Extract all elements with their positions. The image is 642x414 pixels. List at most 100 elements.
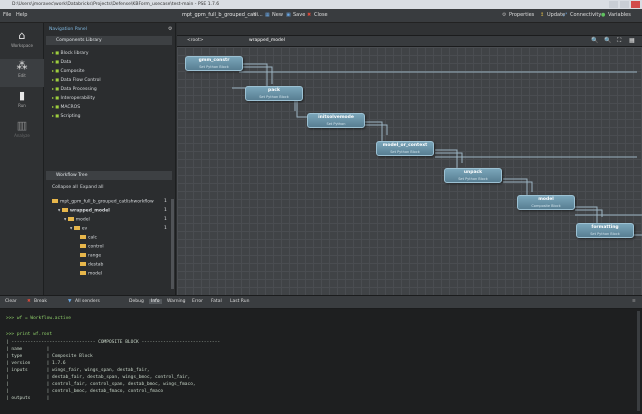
- workflow-node[interactable]: formatting Set Python Block: [576, 223, 634, 238]
- new-button[interactable]: New: [272, 12, 283, 18]
- tree-node-label: wrapped_model: [69, 208, 110, 214]
- variables-button[interactable]: Variables: [608, 12, 631, 18]
- console-line: | | control_bmoc, destab_fmaco, control_…: [6, 389, 164, 394]
- fatal-toggle[interactable]: Fatal: [211, 299, 222, 304]
- panel-settings-icon[interactable]: ⚙: [168, 26, 172, 32]
- edit-mode-button[interactable]: ⁂ Edit: [0, 59, 44, 87]
- mode-sidebar: ⌂ Workspace ⁂ Edit ▮ Run ▥ Analyze: [0, 23, 44, 295]
- log-toolbar: Clear ✖ Break ▼ All senders Debug Info W…: [0, 295, 642, 309]
- minimize-button[interactable]: [609, 1, 618, 8]
- breadcrumb: <root> wrapped_model 🔍 🔍 ⛶ ▦: [177, 36, 642, 47]
- properties-button[interactable]: Properties: [509, 12, 534, 18]
- edit-icon: ⁂: [16, 59, 28, 72]
- last-run-toggle[interactable]: Last Run: [230, 299, 249, 304]
- tree-node[interactable]: destab: [80, 262, 103, 268]
- node-subtitle: Set Python Block: [199, 65, 229, 69]
- workflow-node[interactable]: pack Set Python Block: [245, 86, 303, 101]
- breadcrumb-current[interactable]: wrapped_model: [249, 38, 285, 43]
- component-item[interactable]: ▸ ■ Composite: [52, 68, 85, 74]
- connectivity-button[interactable]: Connectivity: [570, 12, 601, 18]
- info-toggle[interactable]: Info: [149, 299, 162, 304]
- save-button[interactable]: Save: [293, 12, 305, 18]
- clear-button[interactable]: Clear: [5, 299, 17, 304]
- zoom-fit-icon[interactable]: ⛶: [617, 37, 621, 45]
- close-button[interactable]: Close: [314, 12, 328, 18]
- folder-icon: [73, 226, 80, 230]
- node-title: unpack: [463, 170, 483, 175]
- chevron-down-icon[interactable]: ▾: [254, 12, 257, 18]
- workflow-node[interactable]: initsolvemode Set Python: [307, 113, 365, 128]
- component-item[interactable]: ▸ ■ Block library: [52, 50, 89, 56]
- save-icon: ▣: [286, 12, 291, 18]
- component-item-label: Interoperability: [60, 96, 95, 101]
- tree-node[interactable]: mpt_gpm_full_b_grouped_catlishworkflow: [52, 199, 154, 205]
- tree-node-count: 1: [164, 208, 167, 213]
- window-title-bar: D:\Users\jmoravec\work\Databricks\Projec…: [0, 0, 642, 9]
- component-item[interactable]: ▸ ■ MACROS: [52, 104, 80, 110]
- component-item[interactable]: ▸ ■ Data Flow Control: [52, 77, 101, 83]
- workflow-node[interactable]: gmm_constr Set Python Block: [185, 56, 243, 71]
- tree-node[interactable]: calc: [80, 235, 97, 241]
- home-icon: ⌂: [18, 29, 26, 42]
- folder-icon: [67, 217, 74, 221]
- workflow-node[interactable]: unpack Set Python Block: [444, 168, 502, 183]
- run-mode-button[interactable]: ▮ Run: [0, 89, 44, 117]
- component-item[interactable]: ▸ ■ Scripting: [52, 113, 81, 119]
- tree-node[interactable]: ▾ wrapped_model: [58, 208, 110, 214]
- python-console[interactable]: >>> wf = Workflow.active >>> print wf.ro…: [0, 309, 642, 414]
- break-button[interactable]: Break: [34, 299, 47, 304]
- folder-icon: [80, 253, 86, 257]
- component-item-label: Scripting: [60, 114, 81, 119]
- new-icon: ▦: [265, 12, 270, 18]
- warning-toggle[interactable]: Warning: [167, 299, 186, 304]
- console-line: >>> print wf.root: [6, 332, 53, 337]
- component-item-label: Block library: [60, 51, 89, 56]
- node-title: pack: [268, 88, 280, 93]
- workflow-node[interactable]: model_or_context Set Python Block: [376, 141, 434, 156]
- component-item-label: MACROS: [60, 105, 81, 110]
- debug-toggle[interactable]: Debug: [129, 299, 144, 304]
- gear-icon: ⚙: [502, 12, 507, 18]
- menu-file[interactable]: File: [3, 12, 11, 18]
- component-item-label: Data Flow Control: [60, 78, 101, 83]
- tree-node[interactable]: model: [80, 271, 102, 277]
- tree-scrollbar[interactable]: [171, 199, 174, 289]
- collapse-all-link[interactable]: Collapse all: [52, 185, 78, 190]
- component-item[interactable]: ▸ ■ Interoperability: [52, 95, 95, 101]
- tree-node-label: range: [88, 253, 102, 259]
- edge: [575, 209, 603, 217]
- tree-node[interactable]: control: [80, 244, 104, 250]
- breadcrumb-root[interactable]: <root>: [187, 38, 204, 43]
- workflow-tree-header[interactable]: Workflow Tree: [46, 171, 172, 180]
- zoom-in-icon[interactable]: 🔍: [591, 37, 598, 44]
- edit-mode-label: Edit: [18, 73, 26, 78]
- expand-all-link[interactable]: Expand all: [80, 185, 104, 190]
- panel-menu-icon[interactable]: ≡: [632, 299, 636, 304]
- component-item[interactable]: ▸ ■ Data: [52, 59, 71, 65]
- error-toggle[interactable]: Error: [192, 299, 203, 304]
- workflow-node[interactable]: model Composite Block: [517, 195, 575, 210]
- menu-bar: File Help mpt_gpm_full_b_grouped_catli..…: [0, 9, 642, 23]
- component-item[interactable]: ▸ ■ Data Processing: [52, 86, 97, 92]
- console-line: >>> wf = Workflow.active: [6, 316, 72, 321]
- console-scrollbar[interactable]: [637, 311, 640, 411]
- grid-icon[interactable]: ▦: [629, 37, 635, 44]
- tree-node[interactable]: ▾ ev: [70, 226, 87, 232]
- close-window-button[interactable]: [631, 1, 640, 8]
- maximize-button[interactable]: [620, 1, 629, 8]
- console-line: | version | 1.7.6: [6, 361, 66, 366]
- edge: [363, 124, 388, 135]
- senders-dropdown[interactable]: All senders: [75, 299, 100, 304]
- tree-node[interactable]: ▾ model: [64, 217, 90, 223]
- analyze-mode-button[interactable]: ▥ Analyze: [0, 119, 44, 147]
- console-line: | outputs |: [6, 396, 50, 401]
- menu-help[interactable]: Help: [16, 12, 27, 18]
- edge: [503, 181, 533, 192]
- component-item-label: Composite: [60, 69, 85, 74]
- tree-node[interactable]: range: [80, 253, 101, 259]
- workspace-mode-button[interactable]: ⌂ Workspace: [0, 29, 44, 57]
- zoom-out-icon[interactable]: 🔍: [604, 37, 611, 44]
- console-line: | name |: [6, 347, 50, 352]
- workflow-tab[interactable]: mpt_gpm_full_b_grouped_catli...: [182, 12, 263, 18]
- components-library-header[interactable]: Components Library: [46, 36, 172, 45]
